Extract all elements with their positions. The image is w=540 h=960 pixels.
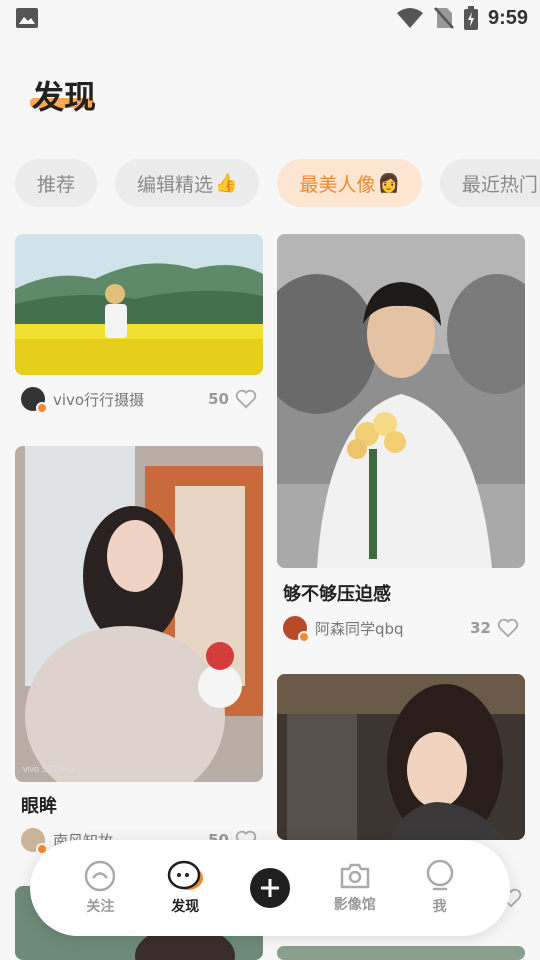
nav-add[interactable]: [235, 868, 305, 908]
like-control[interactable]: 50: [208, 389, 257, 409]
feed-card[interactable]: vivo行行摄摄 50: [15, 234, 263, 414]
card-title[interactable]: 够不够压迫感: [283, 580, 391, 606]
tab-recommend[interactable]: 推荐: [15, 159, 98, 207]
nav-follow[interactable]: 关注: [65, 860, 135, 916]
tab-label: 最美人像: [299, 173, 376, 196]
follow-icon: [85, 860, 116, 892]
like-count: 50: [208, 390, 229, 408]
heart-icon[interactable]: [497, 618, 519, 638]
camera-icon: [340, 863, 370, 889]
wifi-icon: [396, 8, 423, 28]
photo-watermark: vivo S12 Pro: [23, 764, 74, 774]
add-button[interactable]: [249, 868, 290, 908]
feed-card[interactable]: vivo S12 Pro 眼眸 南风知故 50: [15, 446, 263, 855]
photo-girl-night[interactable]: [277, 674, 525, 840]
tab-best-portrait[interactable]: 最美人像 👩: [277, 159, 422, 207]
tab-label: 编辑精选: [137, 173, 214, 196]
thumbs-up-icon: 👍: [215, 172, 238, 194]
page-title: 发现: [32, 78, 97, 116]
photo-portrait-window[interactable]: vivo S12 Pro: [15, 446, 263, 782]
nav-label: 我: [432, 899, 447, 915]
avatar[interactable]: [21, 387, 48, 414]
woman-icon: 👩: [377, 172, 400, 194]
plus-icon: [260, 879, 279, 897]
nav-discover[interactable]: 发现: [150, 860, 220, 916]
nav-gallery[interactable]: 影像馆: [320, 862, 390, 914]
author-name[interactable]: vivo行行摄摄: [53, 389, 144, 410]
profile-icon: [426, 860, 453, 891]
no-sim-icon: [434, 7, 454, 29]
heart-icon[interactable]: [235, 389, 257, 409]
like-control[interactable]: 32: [470, 618, 519, 638]
nav-label: 影像馆: [333, 897, 376, 913]
tab-editors-pick[interactable]: 编辑精选 👍: [115, 159, 260, 207]
nav-label: 发现: [171, 899, 200, 915]
category-tabs: 推荐 编辑精选 👍 最美人像 👩 最近热门: [15, 159, 540, 207]
creator-badge-icon: [298, 631, 310, 643]
verified-badge-icon: [36, 402, 48, 414]
nav-label: 关注: [86, 899, 115, 915]
status-bar: 9:59: [0, 0, 540, 36]
photo-partial[interactable]: [277, 946, 525, 960]
photo-man-flowers[interactable]: [277, 234, 525, 568]
gallery-notification-icon: [16, 8, 38, 28]
like-count: 32: [470, 619, 491, 637]
battery-icon: [463, 6, 478, 30]
author-name[interactable]: 阿森同学qbq: [315, 618, 404, 639]
tab-recent-hot[interactable]: 最近热门: [439, 159, 540, 207]
clock: 9:59: [487, 6, 528, 29]
photo-rapeseed-field[interactable]: [15, 234, 263, 375]
feed-card[interactable]: 够不够压迫感 阿森同学qbq 32: [277, 234, 525, 644]
card-title[interactable]: 眼眸: [21, 792, 57, 818]
card-meta: vivo行行摄摄 50: [21, 385, 257, 414]
tab-label: 最近热门: [461, 173, 538, 196]
card-meta: 阿森同学qbq 32: [283, 614, 519, 643]
tab-label: 推荐: [37, 173, 76, 196]
discover-icon: [167, 860, 204, 890]
avatar[interactable]: [283, 616, 310, 643]
nav-profile[interactable]: 我: [405, 860, 475, 916]
bottom-nav: 关注 发现 影像馆 我: [30, 840, 510, 936]
avatar[interactable]: [21, 828, 48, 855]
